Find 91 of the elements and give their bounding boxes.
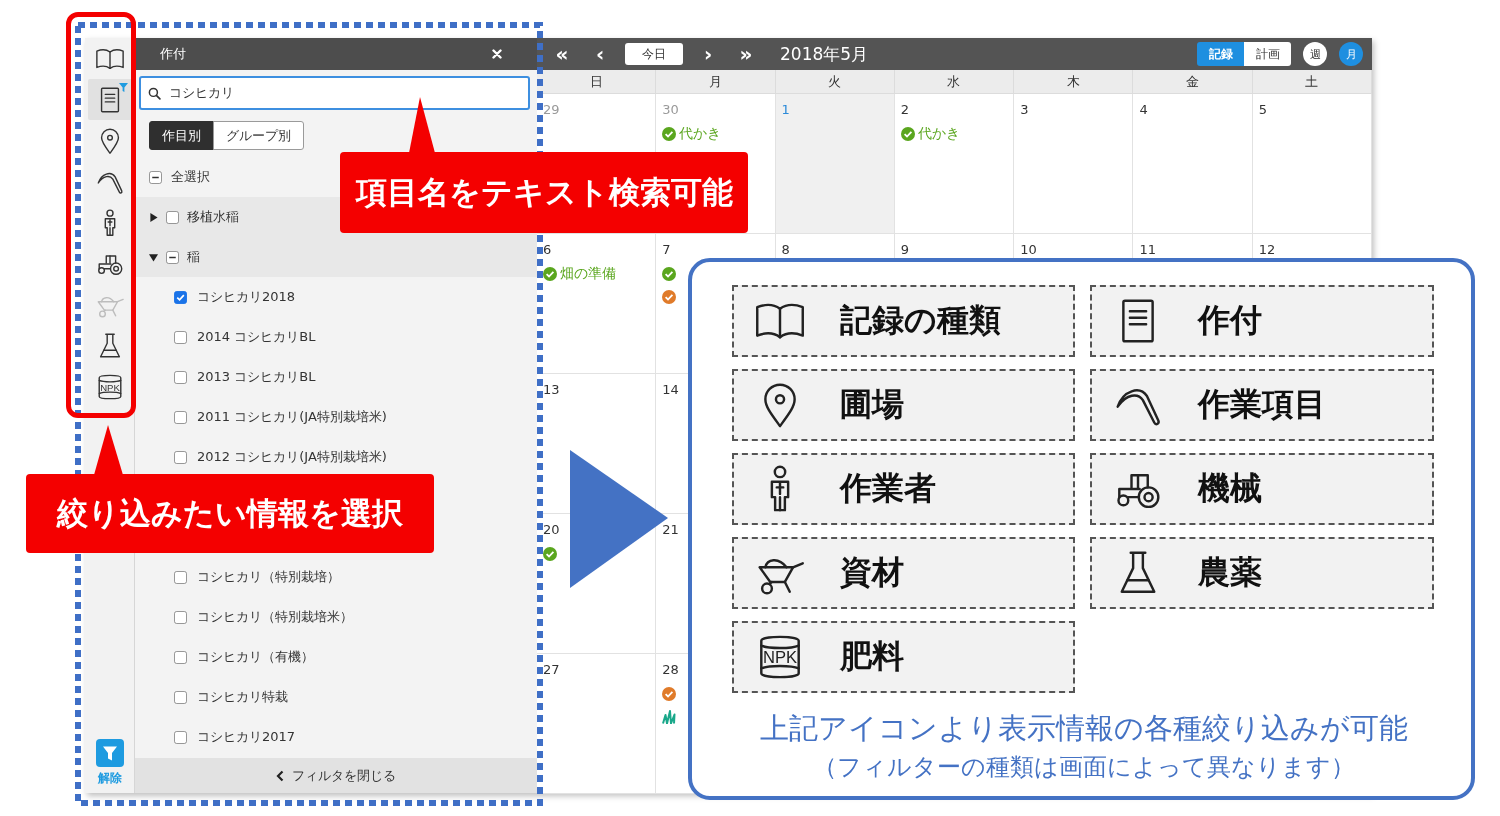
day-number: 14 xyxy=(662,382,679,397)
checkbox[interactable] xyxy=(166,250,179,264)
weekday-label: 土 xyxy=(1252,70,1372,93)
day-number: 27 xyxy=(543,662,560,677)
day-number: 12 xyxy=(1258,242,1276,257)
checkbox[interactable] xyxy=(166,210,179,224)
checkbox[interactable] xyxy=(174,690,187,704)
tree-item-label[interactable]: 稲 xyxy=(187,248,200,266)
weekday-label: 金 xyxy=(1133,70,1253,93)
weekday-label: 日 xyxy=(537,70,657,93)
day-number: 7 xyxy=(662,242,671,257)
triangle-right-icon[interactable] xyxy=(149,212,158,222)
chevron-left-icon xyxy=(276,769,284,782)
checkbox[interactable] xyxy=(174,570,187,584)
calendar-title: 2018年5月 xyxy=(780,42,869,66)
nav-button[interactable]: › xyxy=(695,41,721,67)
tree-item-label[interactable]: 2012 コシヒカリ(JA特別栽培米) xyxy=(197,448,387,466)
checkbox[interactable] xyxy=(174,330,187,344)
day-number: 11 xyxy=(1139,242,1156,257)
legend-label: 圃場 xyxy=(840,384,904,425)
day-number: 9 xyxy=(900,242,910,257)
filter-icon xyxy=(95,739,124,767)
grouping-tab[interactable]: グループ別 xyxy=(213,121,304,150)
weekday-label: 木 xyxy=(1014,70,1134,93)
day-number: 3 xyxy=(1020,102,1029,117)
close-filter-button[interactable]: フィルタを閉じる xyxy=(135,758,537,793)
group-row[interactable]: 稲 xyxy=(135,237,537,277)
tree-item-label[interactable]: 2011 コシヒカリ(JA特別栽培米) xyxy=(197,408,387,426)
legend-label: 農薬 xyxy=(1198,552,1262,593)
mode-tab[interactable]: 計画 xyxy=(1244,42,1291,66)
nav-button[interactable]: « xyxy=(549,41,575,67)
legend-label: 作業項目 xyxy=(1198,384,1326,425)
day-number: 29 xyxy=(543,102,560,117)
checkbox[interactable] xyxy=(174,410,187,424)
weekday-label: 火 xyxy=(775,70,895,93)
legend-label: 機械 xyxy=(1198,468,1262,509)
nav-button[interactable]: ‹ xyxy=(587,41,613,67)
tree-item-label[interactable]: コシヒカリ（特別栽培米） xyxy=(197,608,353,626)
today-button[interactable]: 今日 xyxy=(625,43,683,65)
view-button[interactable]: 週 xyxy=(1303,42,1327,66)
legend-label: 作付 xyxy=(1198,300,1262,341)
checkbox[interactable] xyxy=(174,610,187,624)
day-number: 28 xyxy=(662,662,679,677)
legend-label: 作業者 xyxy=(840,468,936,509)
legend-caption: 上記アイコンより表示情報の各種絞り込みが可能 xyxy=(758,710,1409,746)
tree-item-label[interactable]: コシヒカリ2017 xyxy=(197,728,296,746)
day-number: 5 xyxy=(1258,102,1267,117)
legend-note: （フィルターの種類は画面によって異なります） xyxy=(811,752,1356,782)
day-number: 13 xyxy=(543,382,560,397)
day-number: 10 xyxy=(1020,242,1037,257)
triangle-down-icon[interactable] xyxy=(149,252,158,262)
sidebar-item[interactable]: NPK xyxy=(87,366,132,407)
search-icon xyxy=(148,86,161,100)
checkbox[interactable] xyxy=(174,290,187,304)
checkbox[interactable] xyxy=(174,650,187,664)
search-field[interactable]: コシヒカリ xyxy=(139,76,530,110)
weekday-label: 水 xyxy=(894,70,1015,93)
day-number: 2 xyxy=(900,102,910,117)
day-number: 6 xyxy=(543,242,552,257)
callout-tooltip: 絞り込みたい情報を選択 xyxy=(26,474,434,553)
checkbox[interactable] xyxy=(174,450,187,464)
legend-label: 肥料 xyxy=(840,636,904,677)
tree-item-label[interactable]: 全選択 xyxy=(171,168,210,186)
callout-tooltip: 項目名をテキスト検索可能 xyxy=(340,152,748,233)
sidebar-item[interactable] xyxy=(87,79,132,120)
panel-title: 作付 xyxy=(160,45,186,63)
nav-button[interactable]: » xyxy=(733,41,759,67)
weekday-label: 月 xyxy=(656,70,776,93)
tree-item-label[interactable]: 2014 コシヒカリBL xyxy=(197,328,316,346)
grouping-tab[interactable]: 作目別 xyxy=(149,121,214,150)
tree-item-label[interactable]: コシヒカリ2018 xyxy=(197,288,296,306)
tree-item-label[interactable]: コシヒカリ特栽 xyxy=(197,688,288,706)
tree-item-label[interactable]: 移植水稲 xyxy=(187,208,239,226)
checkbox[interactable] xyxy=(174,370,187,384)
day-number: 20 xyxy=(543,522,560,537)
day-number: 30 xyxy=(662,102,679,117)
day-number: 4 xyxy=(1139,102,1148,117)
day-number: 8 xyxy=(781,242,790,257)
day-number: 21 xyxy=(662,522,679,537)
callout-pointer xyxy=(94,425,124,475)
tree-item-label[interactable]: 2013 コシヒカリBL xyxy=(197,368,316,386)
tree-item-label[interactable]: コシヒカリ（有機） xyxy=(197,648,314,666)
checkbox[interactable] xyxy=(149,170,162,184)
checkbox[interactable] xyxy=(174,730,187,744)
close-icon[interactable] xyxy=(492,49,502,59)
search-input[interactable]: コシヒカリ xyxy=(169,85,528,101)
legend-label: 記録の種類 xyxy=(840,300,1001,341)
tree-item-label[interactable]: コシヒカリ（特別栽培） xyxy=(197,568,340,586)
legend-label: 資材 xyxy=(840,552,904,593)
day-number: 1 xyxy=(781,102,790,117)
callout-pointer xyxy=(408,97,436,153)
